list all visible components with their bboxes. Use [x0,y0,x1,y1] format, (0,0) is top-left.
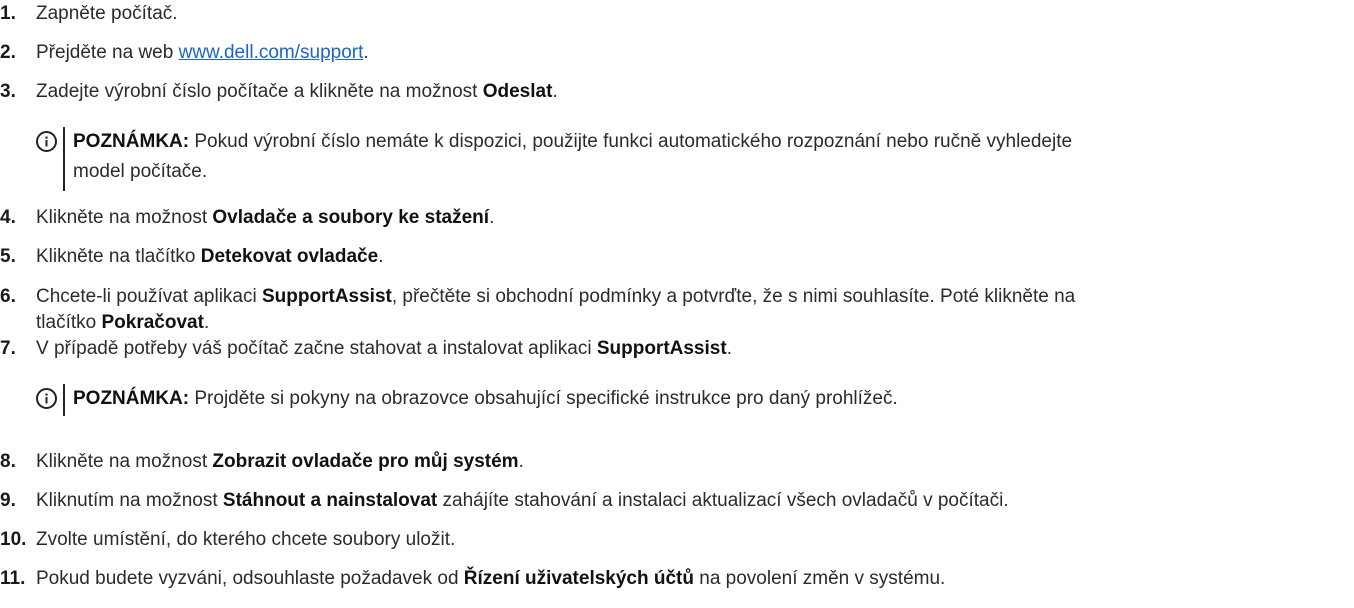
step-number: 3. [0,81,16,102]
step-item: 4. Klikněte na možnost Ovladače a soubory… [0,206,1350,230]
step-text-segment: . [489,207,495,228]
step-number: 11. [0,568,26,589]
step-number: 9. [0,490,16,511]
step-text-segment: , přečtěte si obchodní podmínky a potvrď… [391,286,1076,307]
step-text-continuation: tlačítko Pokračovat. [36,311,209,335]
step-number: 6. [0,286,16,307]
note-divider [63,384,65,416]
step-text-segment: Klikněte na možnost [36,451,213,472]
step-number: 2. [0,42,16,63]
step-text-segment: na povolení změn v systému. [693,568,946,589]
step-text: Přejděte na web www.dell.com/support. [36,41,369,65]
note-line: POZNÁMKA: Projděte si pokyny na obrazovc… [73,384,1343,414]
bold-term: Stáhnout a nainstalovat [222,490,438,511]
note-divider [63,127,65,191]
step-text: Klikněte na tlačítko Detekovat ovladače. [36,245,383,269]
step-item: 2. Přejděte na web www.dell.com/support. [0,41,1350,65]
step-number: 1. [0,3,16,24]
step-text-segment: Přejděte na web [36,42,179,63]
step-text: Zvolte umístění, do kterého chcete soubo… [36,528,455,552]
step-item: 8. Klikněte na možnost Zobrazit ovladače … [0,450,1350,474]
step-text: V případě potřeby váš počítač začne stah… [36,337,732,361]
note-callout: POZNÁMKA: Pokud výrobní číslo nemáte k d… [36,127,1346,191]
step-text-segment: . [552,81,558,102]
note-callout: POZNÁMKA: Projděte si pokyny na obrazovc… [36,384,1346,416]
step-text: Chcete-li používat aplikaci SupportAssis… [36,285,1075,309]
step-text-segment: . [378,246,384,267]
step-text-segment: Klikněte na tlačítko [36,246,201,267]
info-icon [36,131,57,152]
step-text-segment: V případě potřeby váš počítač začne stah… [36,338,597,359]
step-text-segment: . [518,451,524,472]
bold-term: SupportAssist [596,338,727,359]
step-text: Klikněte na možnost Ovladače a soubory k… [36,206,494,230]
note-text: POZNÁMKA: Pokud výrobní číslo nemáte k d… [73,127,1343,187]
step-text: Zapněte počítač. [36,2,178,26]
step-item: 10. Zvolte umístění, do kterého chcete so… [0,528,1350,552]
step-text-segment: . [726,338,732,359]
step-text-segment: Zapněte počítač. [36,3,178,24]
step-text-segment: Zadejte výrobní číslo počítače a kliknět… [36,81,483,102]
step-text: Klikněte na možnost Zobrazit ovladače pr… [36,450,524,474]
note-line: POZNÁMKA: Pokud výrobní číslo nemáte k d… [73,127,1343,157]
step-text-segment: . [203,312,210,333]
bold-term: Řízení uživatelských účtů [463,568,694,589]
note-line: model počítače. [73,161,208,182]
bold-term: Zobrazit ovladače pro můj systém [212,451,519,472]
note-body: Projděte si pokyny na obrazovce obsahují… [189,388,898,409]
step-item: 1. Zapněte počítač. [0,2,1350,26]
step-text-segment: . [363,42,369,63]
step-item: 7. V případě potřeby váš počítač začne st… [0,337,1350,361]
step-number: 8. [0,451,16,472]
bold-term: Ovladače a soubory ke stažení [212,207,490,228]
bold-term: Detekovat ovladače [200,246,379,267]
step-item: 9. Kliknutím na možnost Stáhnout a nainst… [0,489,1350,513]
step-number: 4. [0,207,16,228]
step-text-segment: zahájíte stahování a instalaci aktualiza… [437,490,1009,511]
bold-term: Pokračovat [101,312,204,333]
step-number: 5. [0,246,16,267]
info-icon [36,388,57,409]
note-label: POZNÁMKA: [73,131,190,152]
note-text: POZNÁMKA: Projděte si pokyny na obrazovc… [73,384,1343,414]
step-text: Kliknutím na možnost Stáhnout a nainstal… [36,489,1009,513]
step-text: Zadejte výrobní číslo počítače a kliknět… [36,80,558,104]
step-item: 6. Chcete-li používat aplikaci SupportAss… [0,285,1350,335]
step-text-segment: Kliknutím na možnost [36,490,223,511]
step-number: 10. [0,529,27,550]
step-text: Pokud budete vyzváni, odsouhlaste požada… [36,567,945,591]
step-text-segment: Chcete-li používat aplikaci [36,286,262,307]
bold-term: SupportAssist [262,286,392,307]
step-item: 11. Pokud budete vyzváni, odsouhlaste pož… [0,567,1350,591]
support-link[interactable]: www.dell.com/support [179,42,364,63]
step-item: 5. Klikněte na tlačítko Detekovat ovladač… [0,245,1350,269]
note-label: POZNÁMKA: [73,388,190,409]
note-body: Pokud výrobní číslo nemáte k dispozici, … [189,131,1073,152]
step-text-segment: Klikněte na možnost [36,207,213,228]
step-text-segment: tlačítko [36,312,102,333]
step-text-segment: Pokud budete vyzváni, odsouhlaste požada… [36,568,464,589]
step-number: 7. [0,338,16,359]
step-text-segment: Zvolte umístění, do kterého chcete soubo… [36,529,456,550]
bold-term: Odeslat [482,81,553,102]
step-item: 3. Zadejte výrobní číslo počítače a klikn… [0,80,1350,104]
